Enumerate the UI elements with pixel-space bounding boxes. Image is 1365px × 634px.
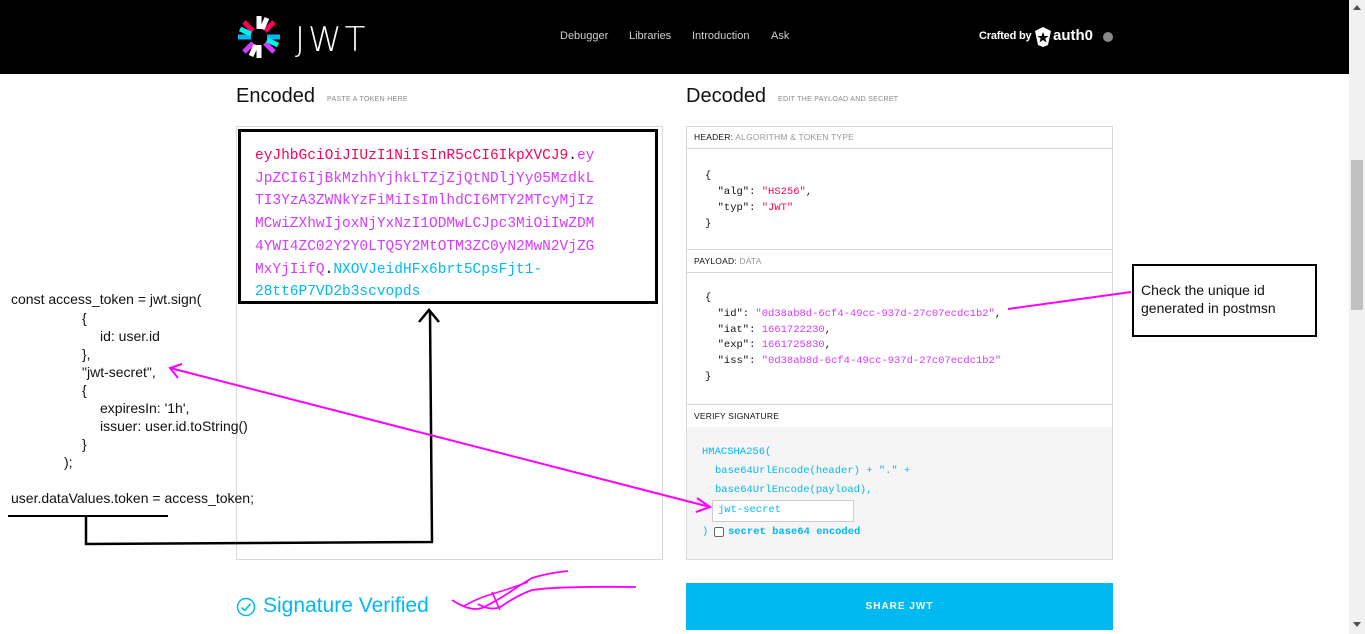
top-navbar: JWT Debugger Libraries Introduction Ask … [0,0,1349,74]
header-section-label: HEADER: ALGORITHM & TOKEN TYPE [694,132,854,142]
annotation-scribble [463,581,529,607]
token-line: JpZCI6IjBkMzhhYjhkLTZjZjQtNDljYy05MzdkL [255,170,595,187]
annotation-code-line: id: user.id [100,328,160,344]
annotation-scribble [477,585,637,610]
token-line: 4YWI4ZC02Y2Y0LTQ5Y2MtOTM3ZC0yN2MwN2VjZG [255,238,595,255]
header-json-editor[interactable]: { "alg": "HS256", "typ": "JWT" } [705,168,812,232]
annotation-code-line: { [82,310,87,326]
annotation-code-line: { [82,382,87,398]
id-value: "0d38ab8d-6cf4-49cc-937d-27c07ecdc1b2" [755,307,995,320]
section-label: HEADER: [694,132,734,142]
encoded-token-text[interactable]: eyJhbGciOiJIUzI1NiIsInR5cCI6IkpXVCJ9.ey … [255,145,635,304]
jwt-logo-icon[interactable] [236,14,282,60]
nav-ask[interactable]: Ask [771,30,789,42]
annotation-scribble [451,570,569,610]
annotation-scribble [491,591,501,611]
hmac-line-header: base64UrlEncode(header) + "." + [715,465,911,477]
alg-value: "HS256" [761,186,806,198]
brace-open: { [705,170,712,182]
token-line: eyJhbGciOiJIUzI1NiIsInR5cCI6IkpXVCJ9.ey [255,145,635,168]
nav-debugger[interactable]: Debugger [560,30,608,42]
token-line: 28tt6P7VD2b3scvopds [255,284,421,301]
iat-value: 1661722230 [761,323,825,336]
auth0-shield-icon[interactable] [1034,27,1052,47]
annotation-note-text: Check the unique id generated in postmsn [1141,282,1276,316]
token-header-part: eyJhbGciOiJIUzI1NiIsInR5cCI6IkpXVCJ9 [255,148,569,164]
token-payload-part: ey [576,148,595,164]
encoded-subtitle: PASTE A TOKEN HERE [327,96,408,103]
payload-section-label: PAYLOAD: DATA [694,256,762,266]
nav-introduction[interactable]: Introduction [692,30,749,42]
base64-checkbox[interactable] [714,527,724,537]
logo-text[interactable]: JWT [295,20,368,60]
typ-value: "JWT" [761,202,794,214]
decoded-title: Decoded [686,85,767,107]
annotation-code-line: }, [82,346,91,362]
annotation-code-line: } [82,436,87,452]
base64-checkbox-label[interactable]: secret base64 encoded [728,526,860,538]
jwt-debugger-page: JWT Debugger Libraries Introduction Ask … [0,0,1365,634]
payload-json-editor[interactable]: { "id": "0d38ab8d-6cf4-49cc-937d-27c07ec… [705,291,1001,386]
token-line: TI3YzA3ZWNkYzFiMiIsImlhdCI6MTY2MTcyMjIz [255,193,595,210]
hmac-fn: HMACSHA256( [702,446,772,458]
exp-value: 1661725830 [761,339,825,352]
section-sublabel: DATA [739,256,762,266]
brace-close: } [705,218,712,230]
page-scrollbar[interactable] [1349,0,1365,634]
scroll-thumb[interactable] [1351,160,1363,310]
annotation-code-line: const access_token = jwt.sign( [11,291,202,307]
divider [687,148,1112,149]
secret-input[interactable]: jwt-secret [712,500,854,522]
token-payload-part: MxYjIifQ [255,261,325,278]
scroll-up-icon[interactable] [1353,5,1361,10]
token-line: MxYjIifQ.NXOVJeidHFx6brt5CpsFjt1- [255,259,635,282]
section-label: PAYLOAD: [694,256,737,266]
annotation-arrowhead [168,363,183,379]
annotation-assignment: user.dataValues.token = access_token; [11,490,254,506]
decoded-subtitle: EDIT THE PAYLOAD AND SECRET [778,96,899,103]
token-dot: . [568,148,577,164]
status-dot-icon [1103,32,1113,42]
scroll-down-icon[interactable] [1353,622,1361,627]
share-jwt-button[interactable]: SHARE JWT [686,583,1113,630]
hmac-line-payload: base64UrlEncode(payload), [715,484,873,496]
check-circle-icon [236,597,256,617]
nav-libraries[interactable]: Libraries [629,30,671,42]
token-line: MCwiZXhwIjoxNjYxNzI1ODMwLCJpc3MiOiIwZDM [255,216,595,233]
signature-verified-label: Signature Verified [263,594,429,617]
iss-value: "0d38ab8d-6cf4-49cc-937d-27c07ecdc1b2" [761,355,1002,368]
annotation-code-line: issuer: user.id.toString() [100,418,248,434]
section-sublabel: ALGORITHM & TOKEN TYPE [735,132,854,142]
annotation-code-line: "jwt-secret", [82,364,156,380]
auth0-brand[interactable]: auth0 [1053,27,1093,44]
divider [687,249,1112,250]
encoded-title: Encoded [236,85,315,107]
verify-section-label: VERIFY SIGNATURE [694,411,780,421]
annotation-code-line: expiresIn: '1h', [100,400,190,416]
crafted-by-label: Crafted by [979,30,1032,42]
divider [687,404,1112,405]
divider [687,272,1112,273]
token-signature-part: NXOVJeidHFx6brt5CpsFjt1- [333,261,543,278]
hmac-close: ) [702,526,709,538]
annotation-code-line: ); [64,454,73,470]
